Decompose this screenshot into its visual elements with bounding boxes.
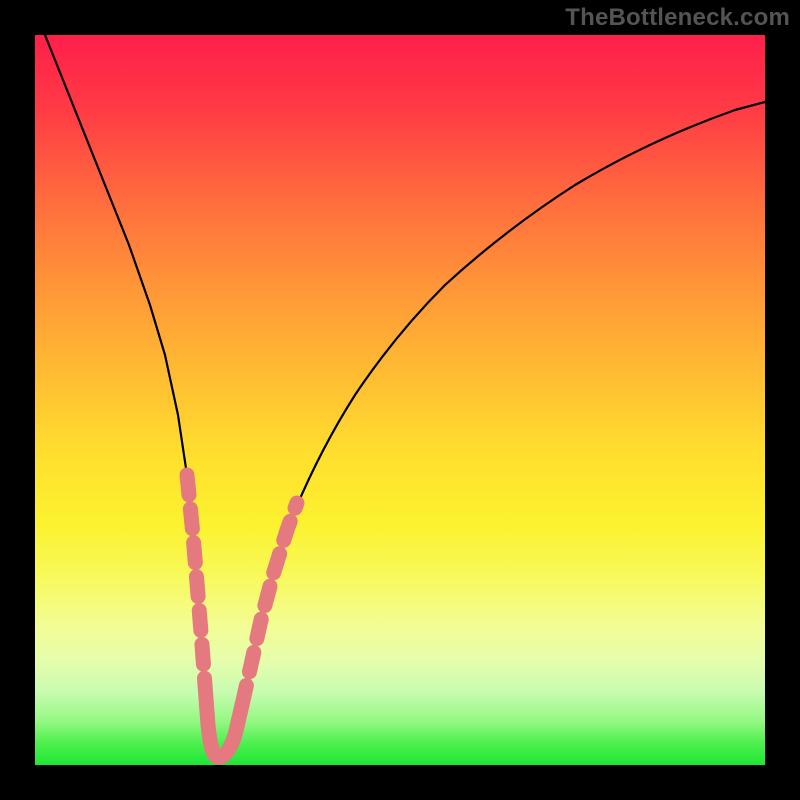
watermark-text: TheBottleneck.com <box>565 4 790 32</box>
chart-svg <box>35 35 765 765</box>
plot-area <box>35 35 765 765</box>
bead-cluster-left <box>187 475 205 685</box>
bead-cluster-right <box>242 503 297 705</box>
bottleneck-curve <box>45 35 765 757</box>
chart-frame: TheBottleneck.com <box>0 0 800 800</box>
